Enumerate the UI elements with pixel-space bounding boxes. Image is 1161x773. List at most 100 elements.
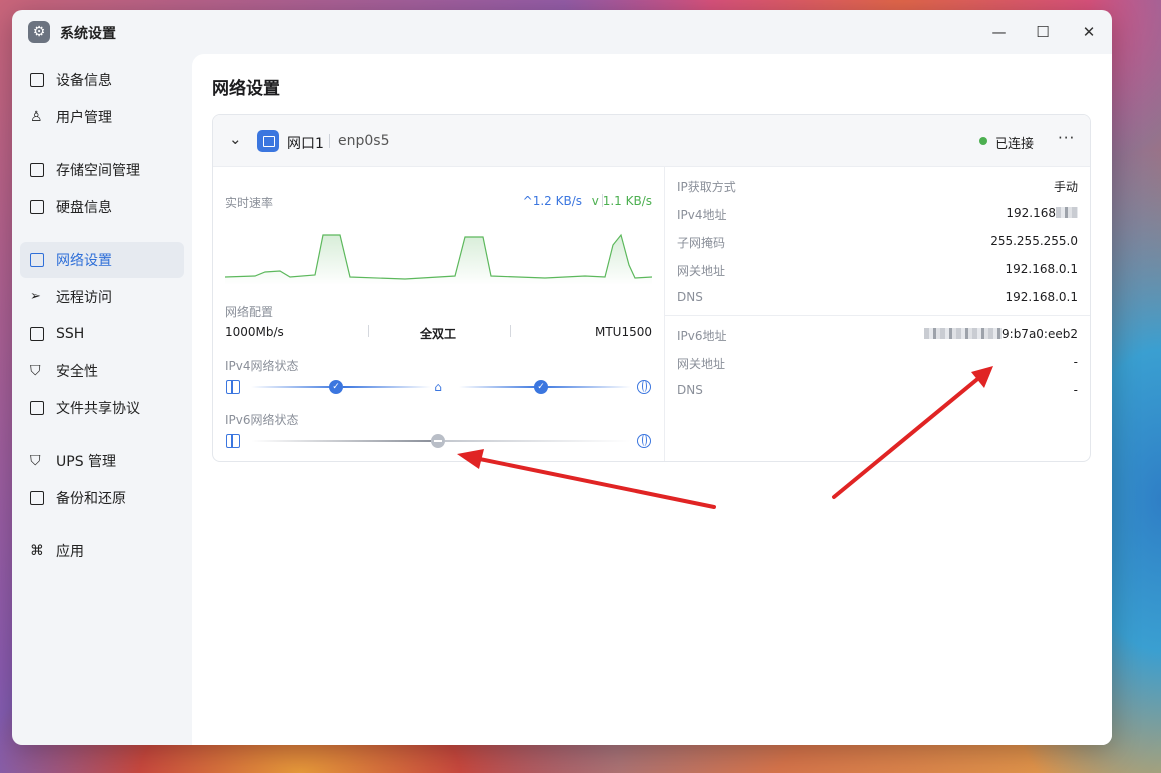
duplex-mode: 全双工 xyxy=(420,327,457,341)
ipv6-dns-row: DNS - xyxy=(677,383,1078,401)
sidebar-item-label: SSH xyxy=(56,326,85,342)
sidebar-item-label: 安全性 xyxy=(56,364,98,380)
check-icon: ✓ xyxy=(329,380,343,394)
ipv4-status-label: IPv4网络状态 xyxy=(225,359,299,373)
ipv6-address-text: 9:b7a0:eeb2 xyxy=(1002,327,1078,341)
status-dot-icon xyxy=(979,137,987,145)
info-key: 网关地址 xyxy=(677,357,726,371)
check-icon: ✓ xyxy=(534,380,548,394)
info-value: 192.168 xyxy=(1006,206,1078,220)
close-button[interactable]: ✕ xyxy=(1077,20,1101,44)
device-icon xyxy=(30,73,44,87)
info-key: 子网掩码 xyxy=(677,236,726,250)
sidebar-item-storage[interactable]: 存储空间管理 xyxy=(20,152,184,188)
ipv4-address-row: IPv4地址 192.168 xyxy=(677,206,1078,224)
sidebar-item-ssh[interactable]: SSH xyxy=(20,316,184,352)
config-divider xyxy=(510,325,511,337)
section-divider xyxy=(665,315,1090,316)
sidebar-item-security[interactable]: ⛉ 安全性 xyxy=(20,353,184,389)
terminal-icon xyxy=(30,327,44,341)
sidebar-item-label: 设备信息 xyxy=(56,73,112,89)
subnet-mask-row: 子网掩码 255.255.255.0 xyxy=(677,234,1078,252)
send-icon: ➢ xyxy=(30,289,41,304)
ipv4-link-line xyxy=(459,386,539,388)
info-key: IP获取方式 xyxy=(677,180,736,194)
more-options-button[interactable]: ··· xyxy=(1058,129,1075,147)
traffic-pane: 实时速率 ^1.2 KB/s v 1.1 KB/s 网络配置 1000Mb/s … xyxy=(213,167,664,461)
connection-status: 已连接 xyxy=(995,137,1035,152)
link-speed: 1000Mb/s xyxy=(225,325,284,339)
config-label: 网络配置 xyxy=(225,305,274,319)
sidebar-item-device-info[interactable]: 设备信息 xyxy=(20,62,184,98)
shield-icon: ⛉ xyxy=(30,363,41,379)
globe-icon xyxy=(637,380,651,394)
info-value: 手动 xyxy=(1053,180,1078,194)
server-icon xyxy=(226,434,240,448)
info-key: IPv6地址 xyxy=(677,329,727,343)
ipv6-link-line xyxy=(445,440,631,442)
sidebar-item-label: 网络设置 xyxy=(56,253,112,269)
sidebar-item-apps[interactable]: ⌘ 应用 xyxy=(20,533,184,569)
apps-icon: ⌘ xyxy=(30,543,44,559)
sidebar-item-users[interactable]: ♙ 用户管理 xyxy=(20,99,184,135)
sidebar-item-label: 用户管理 xyxy=(56,110,112,126)
page-title: 网络设置 xyxy=(212,79,280,99)
gateway-row: 网关地址 192.168.0.1 xyxy=(677,262,1078,280)
info-key: DNS xyxy=(677,383,703,397)
ipv4-link-line xyxy=(251,386,341,388)
info-value: 9:b7a0:eeb2 xyxy=(924,327,1078,341)
sidebar-item-label: UPS 管理 xyxy=(56,454,117,470)
network-icon xyxy=(30,253,44,267)
network-port-card: ⌄ 网口1 enp0s5 已连接 ··· 实时速率 ^1.2 KB/s v 1.… xyxy=(212,114,1091,462)
sidebar-item-label: 存储空间管理 xyxy=(56,163,140,179)
sidebar-item-label: 备份和还原 xyxy=(56,491,126,507)
ipv4-status-track: ✓ ⌂ ✓ xyxy=(225,379,652,395)
sidebar-item-label: 远程访问 xyxy=(56,290,112,306)
server-icon xyxy=(226,380,240,394)
ipv6-status-track xyxy=(225,433,652,449)
user-icon: ♙ xyxy=(30,109,43,125)
port-name: 网口1 xyxy=(287,136,324,152)
ipv6-address-row: IPv6地址 9:b7a0:eeb2 xyxy=(677,327,1078,345)
port-divider xyxy=(329,134,330,148)
traffic-sparkline xyxy=(225,233,652,285)
ipv4-link-line xyxy=(541,386,631,388)
network-config-row: 1000Mb/s 全双工 MTU1500 xyxy=(225,325,652,343)
file-icon xyxy=(30,401,44,415)
ipv6-link-line xyxy=(251,440,431,442)
upload-speed: ^1.2 KB/s xyxy=(522,194,582,208)
title-bar[interactable]: ⚙ 系统设置 — ☐ ✕ xyxy=(12,10,1112,54)
port-card-header[interactable]: ⌄ 网口1 enp0s5 已连接 ··· xyxy=(213,115,1090,167)
router-icon: ⌂ xyxy=(434,380,442,394)
sidebar-item-label: 硬盘信息 xyxy=(56,200,112,216)
sidebar-item-remote-access[interactable]: ➢ 远程访问 xyxy=(20,279,184,315)
backup-icon xyxy=(30,491,44,505)
config-divider xyxy=(368,325,369,337)
sidebar-item-network[interactable]: 网络设置 xyxy=(20,242,184,278)
chevron-down-icon[interactable]: ⌄ xyxy=(229,130,242,148)
sidebar-item-label: 应用 xyxy=(56,544,84,560)
maximize-button[interactable]: ☐ xyxy=(1031,20,1055,44)
ipv6-status-label: IPv6网络状态 xyxy=(225,413,299,427)
info-key: 网关地址 xyxy=(677,264,726,278)
disk-icon xyxy=(30,200,44,214)
ip-method-row: IP获取方式 手动 xyxy=(677,178,1078,196)
minimize-button[interactable]: — xyxy=(987,20,1011,44)
ipv4-address-text: 192.168 xyxy=(1006,206,1056,220)
mtu-value: MTU1500 xyxy=(594,325,652,339)
realtime-label: 实时速率 xyxy=(225,196,274,210)
info-key: IPv4地址 xyxy=(677,208,727,222)
sidebar-item-label: 文件共享协议 xyxy=(56,401,140,417)
info-value: 255.255.255.0 xyxy=(990,234,1078,248)
info-value: - xyxy=(1073,383,1078,397)
sidebar-item-ups[interactable]: ⛉ UPS 管理 xyxy=(20,443,184,479)
sidebar-item-file-sharing[interactable]: 文件共享协议 xyxy=(20,390,184,426)
redacted-blur xyxy=(1056,207,1078,218)
info-key: DNS xyxy=(677,290,703,304)
window-title: 系统设置 xyxy=(60,26,116,42)
sidebar-item-disk-info[interactable]: 硬盘信息 xyxy=(20,189,184,225)
info-value: 192.168.0.1 xyxy=(1005,262,1078,276)
redacted-blur xyxy=(924,328,1003,339)
sidebar-item-backup[interactable]: 备份和还原 xyxy=(20,480,184,516)
globe-icon xyxy=(637,434,651,448)
